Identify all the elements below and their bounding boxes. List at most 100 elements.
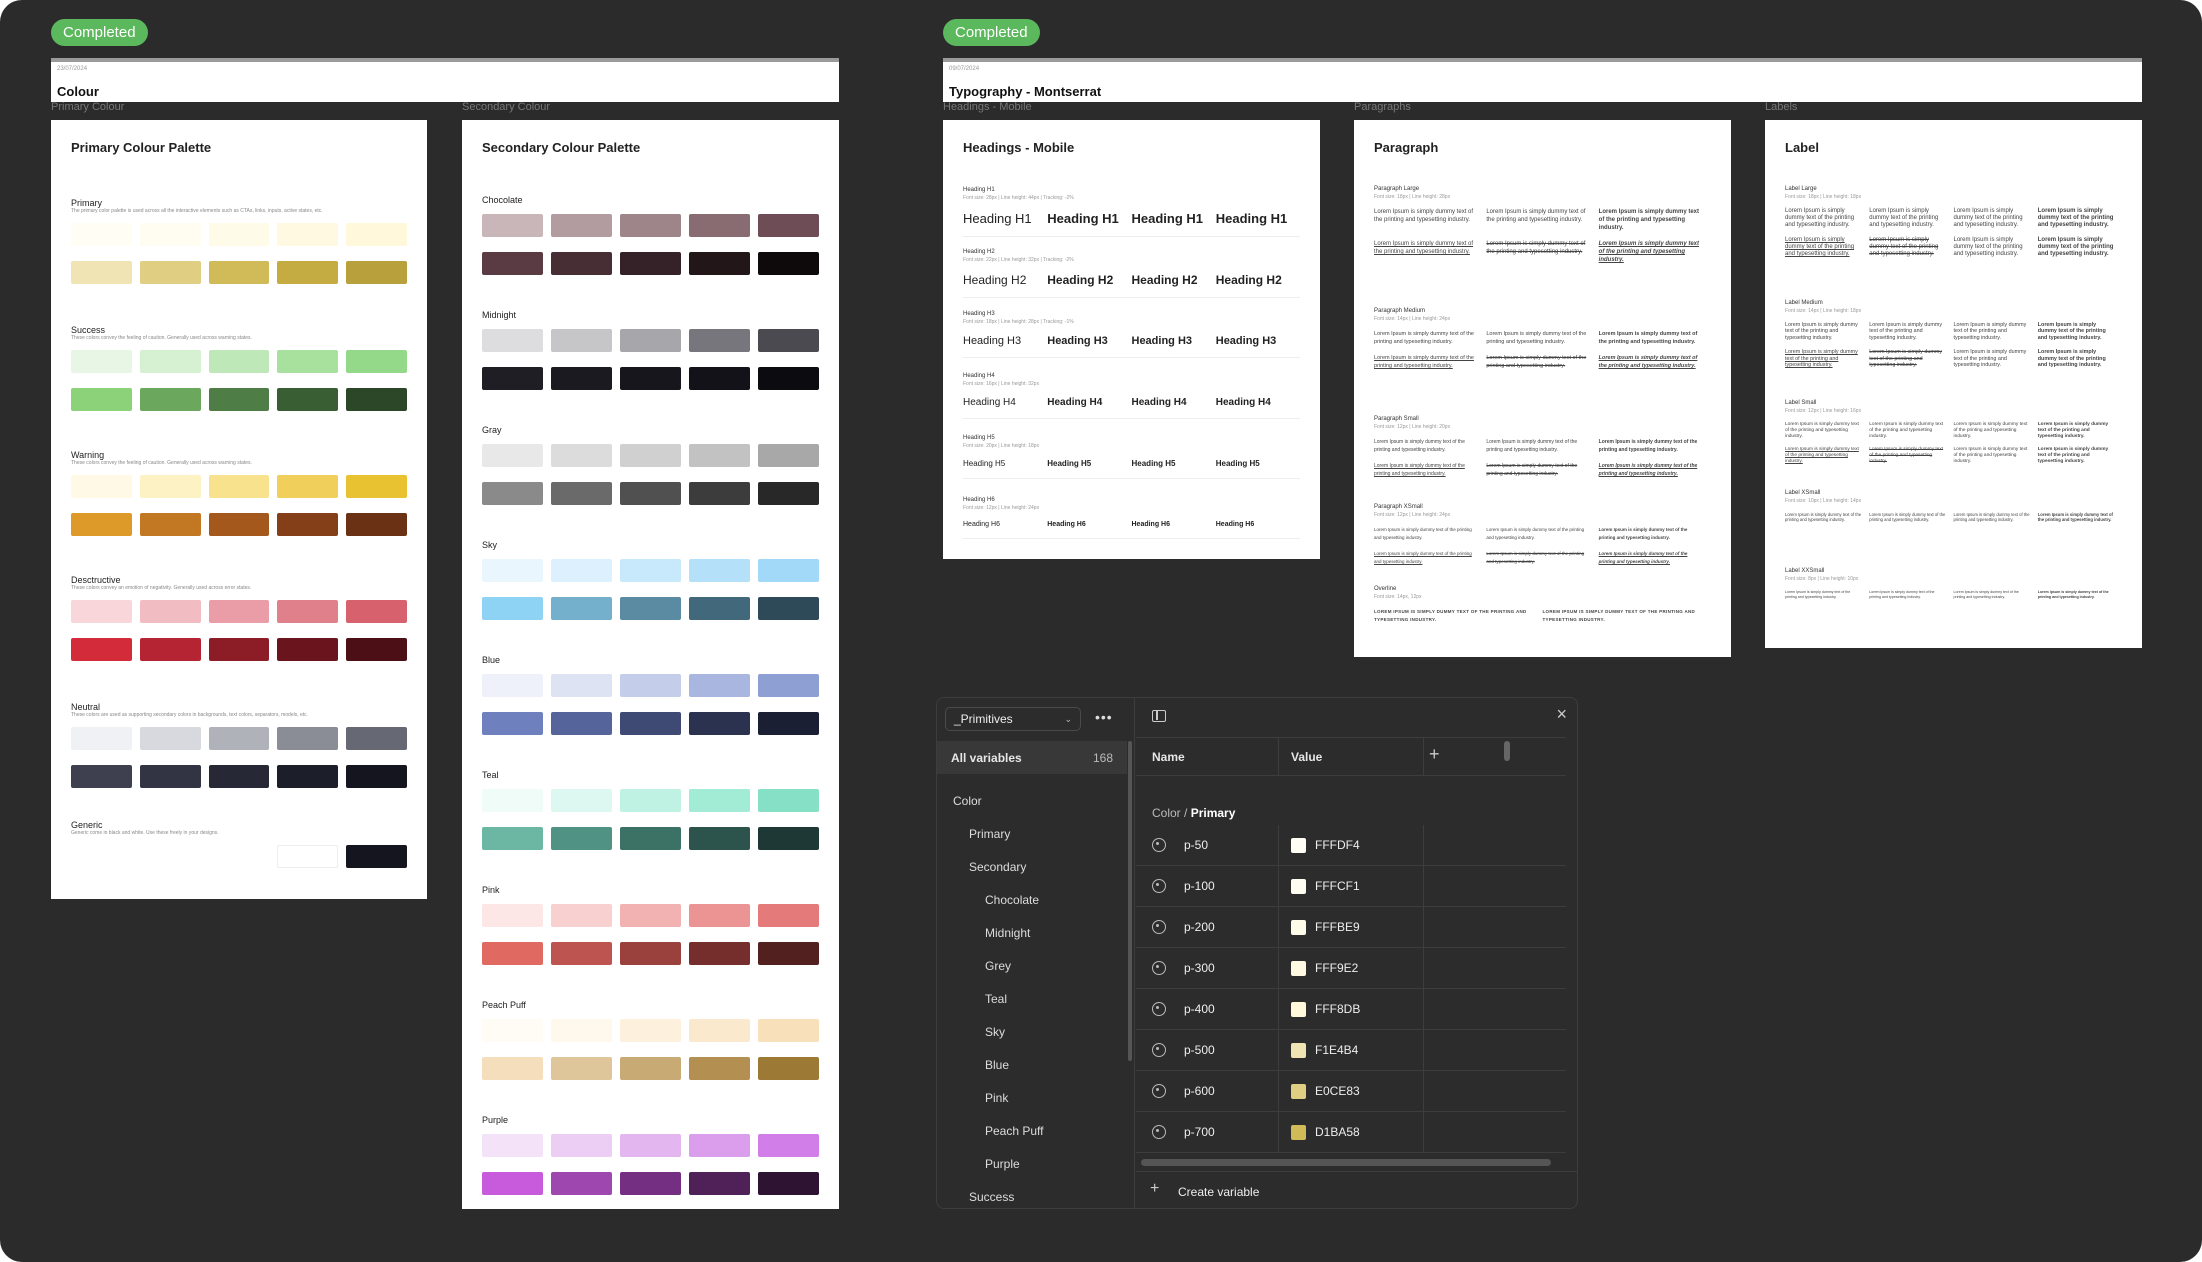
colour-swatch[interactable] bbox=[71, 727, 132, 758]
horizontal-scrollbar[interactable] bbox=[1141, 1159, 1551, 1166]
colour-swatch[interactable] bbox=[551, 367, 612, 398]
colour-swatch[interactable] bbox=[620, 214, 681, 245]
colour-swatch[interactable] bbox=[208, 261, 270, 292]
colour-swatch[interactable] bbox=[482, 214, 543, 245]
colour-swatch[interactable] bbox=[620, 329, 681, 360]
colour-swatch[interactable] bbox=[482, 597, 543, 628]
colour-swatch[interactable] bbox=[139, 223, 201, 254]
colour-swatch[interactable] bbox=[551, 559, 612, 590]
colour-swatch[interactable] bbox=[277, 765, 339, 796]
colour-swatch[interactable] bbox=[620, 1057, 681, 1088]
colour-swatch[interactable] bbox=[346, 388, 407, 419]
colour-swatch[interactable] bbox=[346, 638, 407, 669]
group-item-blue[interactable]: Blue bbox=[937, 1049, 1127, 1082]
colour-swatch[interactable] bbox=[277, 475, 339, 506]
variables-panel[interactable]: _Primitives ⌄ ••• All variables 168 Colo… bbox=[936, 697, 1578, 1209]
colour-swatch[interactable] bbox=[758, 367, 819, 398]
colour-swatch[interactable] bbox=[208, 727, 270, 758]
design-canvas[interactable]: Completed 23/07/2024 Colour Primary Colo… bbox=[0, 0, 2202, 1262]
variable-value[interactable]: FFFDF4 bbox=[1315, 838, 1360, 852]
group-item-peach-puff[interactable]: Peach Puff bbox=[937, 1115, 1127, 1148]
colour-swatch[interactable] bbox=[689, 329, 750, 360]
frame-label[interactable]: Paragraphs bbox=[1354, 101, 1411, 113]
colour-swatch[interactable] bbox=[71, 261, 132, 292]
colour-swatch[interactable] bbox=[1291, 961, 1306, 976]
variable-value[interactable]: F1E4B4 bbox=[1315, 1043, 1358, 1057]
colour-swatch[interactable] bbox=[758, 252, 819, 283]
variable-row[interactable]: p-300 FFF9E2 bbox=[1136, 948, 1566, 989]
secondary-colour-frame[interactable]: Secondary Colour Palette Chocolate Midnig… bbox=[462, 120, 839, 1209]
colour-swatch[interactable] bbox=[482, 789, 543, 820]
all-variables-item[interactable]: All variables 168 bbox=[937, 741, 1127, 774]
colour-swatch[interactable] bbox=[689, 942, 750, 973]
section-header-colour[interactable]: 23/07/2024 Colour bbox=[51, 58, 839, 102]
colour-swatch[interactable] bbox=[758, 904, 819, 935]
group-item-color[interactable]: Color bbox=[937, 785, 1127, 818]
variable-value[interactable]: FFF9E2 bbox=[1315, 961, 1358, 975]
colour-swatch[interactable] bbox=[71, 350, 132, 381]
colour-swatch[interactable] bbox=[71, 638, 132, 669]
colour-swatch[interactable] bbox=[71, 388, 132, 419]
colour-swatch[interactable] bbox=[71, 600, 132, 631]
colour-swatch[interactable] bbox=[551, 904, 612, 935]
section-header-typography[interactable]: 09/07/2024 Typography - Montserrat bbox=[943, 58, 2142, 102]
colour-swatch[interactable] bbox=[620, 712, 681, 743]
variable-row[interactable]: p-200 FFFBE9 bbox=[1136, 907, 1566, 948]
colour-swatch[interactable] bbox=[758, 1057, 819, 1088]
colour-swatch[interactable] bbox=[551, 827, 612, 858]
create-variable-button[interactable]: + Create variable bbox=[1136, 1171, 1577, 1208]
group-item-success[interactable]: Success bbox=[937, 1181, 1127, 1208]
colour-swatch[interactable] bbox=[758, 329, 819, 360]
colour-swatch[interactable] bbox=[139, 388, 201, 419]
group-item-sky[interactable]: Sky bbox=[937, 1016, 1127, 1049]
colour-swatch[interactable] bbox=[346, 765, 407, 796]
colour-swatch[interactable] bbox=[1291, 879, 1306, 894]
colour-swatch[interactable] bbox=[277, 223, 339, 254]
more-options-icon[interactable]: ••• bbox=[1095, 709, 1113, 725]
colour-swatch[interactable] bbox=[689, 444, 750, 475]
sidebar-scrollbar[interactable] bbox=[1128, 741, 1132, 1061]
colour-swatch[interactable] bbox=[689, 1134, 750, 1165]
colour-swatch[interactable] bbox=[346, 475, 407, 506]
colour-swatch[interactable] bbox=[71, 475, 132, 506]
colour-swatch[interactable] bbox=[1291, 1002, 1306, 1017]
variable-name[interactable]: p-400 bbox=[1184, 1002, 1215, 1016]
colour-swatch[interactable] bbox=[551, 942, 612, 973]
colour-swatch[interactable] bbox=[346, 600, 407, 631]
colour-swatch[interactable] bbox=[482, 904, 543, 935]
colour-swatch[interactable] bbox=[551, 597, 612, 628]
frame-label[interactable]: Headings - Mobile bbox=[943, 101, 1032, 113]
colour-swatch[interactable] bbox=[689, 482, 750, 513]
colour-swatch[interactable] bbox=[758, 1019, 819, 1050]
colour-swatch[interactable] bbox=[620, 252, 681, 283]
toggle-sidebar-icon[interactable] bbox=[1152, 710, 1166, 722]
colour-swatch[interactable] bbox=[689, 1057, 750, 1088]
colour-swatch[interactable] bbox=[482, 1019, 543, 1050]
colour-swatch[interactable] bbox=[758, 1172, 819, 1203]
colour-swatch[interactable] bbox=[689, 214, 750, 245]
colour-swatch[interactable] bbox=[482, 1172, 543, 1203]
colour-swatch[interactable] bbox=[689, 827, 750, 858]
paragraph-frame[interactable]: Paragraph Paragraph Large Font size: 18px… bbox=[1354, 120, 1731, 657]
colour-swatch[interactable] bbox=[208, 475, 270, 506]
colour-swatch[interactable] bbox=[208, 513, 270, 544]
variable-row[interactable]: p-50 FFFDF4 bbox=[1136, 825, 1566, 866]
colour-swatch[interactable] bbox=[758, 942, 819, 973]
group-item-secondary[interactable]: Secondary bbox=[937, 851, 1127, 884]
colour-swatch[interactable] bbox=[139, 475, 201, 506]
colour-swatch[interactable] bbox=[620, 444, 681, 475]
colour-swatch[interactable] bbox=[551, 1057, 612, 1088]
colour-swatch[interactable] bbox=[551, 712, 612, 743]
colour-swatch[interactable] bbox=[689, 674, 750, 705]
colour-swatch[interactable] bbox=[1291, 1043, 1306, 1058]
colour-swatch[interactable] bbox=[208, 350, 270, 381]
colour-swatch[interactable] bbox=[689, 904, 750, 935]
frame-label[interactable]: Secondary Colour bbox=[462, 101, 550, 113]
colour-swatch[interactable] bbox=[482, 252, 543, 283]
group-item-chocolate[interactable]: Chocolate bbox=[937, 884, 1127, 917]
colour-swatch[interactable] bbox=[689, 712, 750, 743]
label-frame[interactable]: Label Label Large Font size: 18px | Line … bbox=[1765, 120, 2142, 648]
colour-swatch[interactable] bbox=[551, 444, 612, 475]
group-item-teal[interactable]: Teal bbox=[937, 983, 1127, 1016]
colour-swatch[interactable] bbox=[482, 1057, 543, 1088]
